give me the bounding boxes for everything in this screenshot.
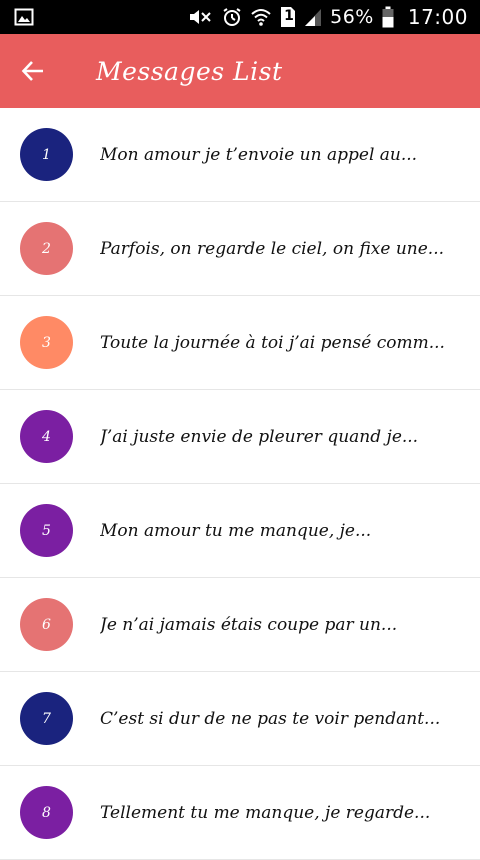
message-preview: Toute la journée à toi j’ai pensé comm..…	[100, 332, 445, 353]
list-item[interactable]: 4 J’ai juste envie de pleurer quand je...	[0, 390, 480, 484]
message-number-badge: 3	[20, 316, 73, 369]
message-preview: J’ai juste envie de pleurer quand je...	[100, 426, 419, 447]
signal-icon	[304, 7, 322, 27]
list-item[interactable]: 5 Mon amour tu me manque, je...	[0, 484, 480, 578]
list-item[interactable]: 2 Parfois, on regarde le ciel, on fixe un…	[0, 202, 480, 296]
list-item[interactable]: 1 Mon amour je t’envoie un appel au...	[0, 108, 480, 202]
battery-icon	[382, 6, 394, 28]
back-button[interactable]	[18, 56, 48, 86]
messages-list: 1 Mon amour je t’envoie un appel au... 2 Pa…	[0, 108, 480, 860]
message-number-badge: 5	[20, 504, 73, 557]
sim-label: 1	[284, 8, 294, 24]
message-number-badge: 1	[20, 128, 73, 181]
alarm-icon	[222, 7, 242, 27]
message-preview: Parfois, on regarde le ciel, on fixe une…	[100, 238, 445, 259]
sim-icon: 1	[280, 6, 296, 28]
wifi-icon	[250, 7, 272, 27]
message-preview: C’est si dur de ne pas te voir pendant..…	[100, 708, 441, 729]
app-bar: Messages List	[0, 34, 480, 108]
arrow-left-icon	[21, 59, 45, 83]
message-preview: Mon amour tu me manque, je...	[100, 520, 372, 541]
list-item[interactable]: 8 Tellement tu me manque, je regarde...	[0, 766, 480, 860]
mute-icon	[188, 7, 214, 27]
message-preview: Tellement tu me manque, je regarde...	[100, 802, 431, 823]
list-item[interactable]: 3 Toute la journée à toi j’ai pensé comm.…	[0, 296, 480, 390]
message-preview: Mon amour je t’envoie un appel au...	[100, 144, 418, 165]
battery-percent: 56%	[330, 6, 374, 28]
message-preview: Je n’ai jamais étais coupe par un...	[100, 614, 398, 635]
status-bar: 1 56% 17:00	[0, 0, 480, 34]
list-item[interactable]: 6 Je n’ai jamais étais coupe par un...	[0, 578, 480, 672]
page-title: Messages List	[96, 56, 283, 86]
message-number-badge: 4	[20, 410, 73, 463]
message-number-badge: 2	[20, 222, 73, 275]
image-icon	[14, 7, 34, 27]
clock: 17:00	[407, 5, 468, 29]
message-number-badge: 6	[20, 598, 73, 651]
message-number-badge: 8	[20, 786, 73, 839]
message-number-badge: 7	[20, 692, 73, 745]
list-item[interactable]: 7 C’est si dur de ne pas te voir pendant.…	[0, 672, 480, 766]
